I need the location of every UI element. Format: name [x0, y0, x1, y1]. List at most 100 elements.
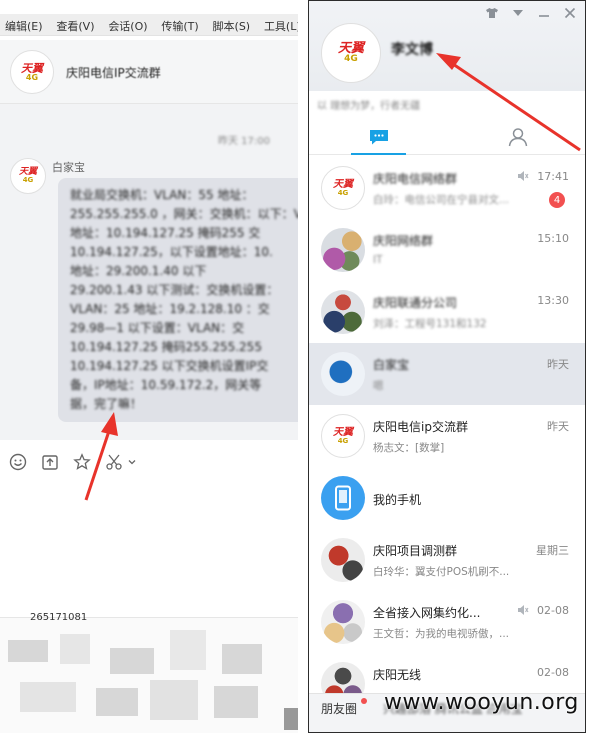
conversation-preview: 杨志文：[数掌] — [373, 442, 445, 454]
chat-title: 庆阳电信IP交流群 — [66, 66, 161, 80]
message-line: 255.255.255.0 ，网关：交换机：以下：VL — [70, 207, 298, 221]
chat-toolbar — [0, 448, 298, 478]
message-line: 10.194.127.25，以下设置地址：10. — [70, 245, 273, 259]
phone-icon — [335, 485, 351, 511]
message-line: 地址：10.194.127.25 掩码255 交 — [70, 226, 261, 240]
user-signature[interactable]: 以 理想为梦，行者无疆 — [317, 97, 420, 112]
message-line: VLAN：25 地址：19.2.128.10 ：交 — [70, 302, 270, 316]
sender-avatar[interactable]: 天翼 4G — [10, 158, 46, 194]
watermark: www.wooyun.org — [384, 690, 579, 715]
conversation-name: 庆阳项目调测群 — [373, 544, 458, 558]
conversation-item[interactable]: 庆阳联通分公司 刘泽：工程号131和132 13:30 — [309, 281, 585, 343]
conversation-item[interactable]: 全省接入网集约化... 王文哲：为我的电视骄傲，... 02-08 — [309, 591, 585, 653]
phone-avatar — [321, 476, 365, 520]
tab-indicator — [351, 153, 406, 155]
user-avatar[interactable]: 天翼 4G — [321, 23, 381, 83]
conversation-preview: 白玲：电信公司在宁县对文... — [373, 194, 510, 206]
conversation-list: 天翼 4G 庆阳电信网络群 白玲：电信公司在宁县对文... 17:41 4 庆阳网… — [309, 157, 585, 715]
sender-name: 白家宝 — [52, 161, 85, 174]
conversation-preview: IT — [373, 254, 383, 266]
conversation-item[interactable]: 天翼 4G 庆阳电信ip交流群 杨志文：[数掌] 昨天 — [309, 405, 585, 467]
conversation-avatar — [321, 352, 365, 396]
conversation-name: 庆阳无线 — [373, 668, 422, 682]
message-area: 昨天 17:00 天翼 4G 白家宝 就业局交换机：VLAN：55 地址： 25… — [0, 104, 298, 440]
message-line: 据，完了嘛！ — [70, 397, 143, 411]
main-tabs — [309, 119, 585, 155]
message-line: 备，IP地址：10.59.172.2，网关等 — [70, 378, 262, 392]
conversation-item[interactable]: 庆阳网络群 IT 15:10 — [309, 219, 585, 281]
message-line: 就业局交换机：VLAN：55 地址： — [70, 188, 254, 202]
conversation-time: 02-08 — [537, 604, 569, 617]
conversation-preview: 刘泽：工程号131和132 — [373, 318, 487, 330]
conversation-name: 庆阳网络群 — [373, 234, 434, 248]
conversation-avatar — [321, 600, 365, 644]
conversation-name: 庆阳联通分公司 — [373, 296, 458, 310]
conversation-name: 我的手机 — [373, 493, 422, 507]
menu-item-script[interactable]: 脚本(S) — [208, 14, 256, 34]
chevron-down-icon[interactable] — [126, 452, 138, 472]
group-avatar[interactable]: 天翼 4G — [10, 50, 54, 94]
friends-circle-button[interactable]: 朋友圈 — [321, 700, 357, 717]
message-line: 10.194.127.25 掩码255.255.255 — [70, 340, 262, 354]
chat-header: 天翼 4G 庆阳电信IP交流群 — [0, 40, 298, 104]
background-window — [0, 618, 298, 733]
message-line: 29.98—1 以下设置：VLAN：交 — [70, 321, 245, 335]
menu-item-session[interactable]: 会话(O) — [103, 14, 152, 34]
conversation-time: 02-08 — [537, 666, 569, 679]
contacts-tab[interactable] — [448, 119, 585, 155]
menu-item-transfer[interactable]: 传输(T) — [156, 14, 203, 34]
message-line: 29.200.1.43 以下测试：交换机设置： — [70, 283, 279, 297]
scissors-icon[interactable] — [104, 452, 124, 472]
mute-icon — [517, 170, 529, 185]
conversation-preview: 王文哲：为我的电视骄傲，... — [373, 628, 510, 640]
menu-item-tools[interactable]: 工具(L) — [259, 14, 298, 34]
message-bubble: 就业局交换机：VLAN：55 地址： 255.255.255.0 ，网关：交换机… — [58, 178, 298, 422]
message-line: 地址：29.200.1.40 以下 — [70, 264, 207, 278]
menu-item-view[interactable]: 查看(V) — [51, 14, 99, 34]
conversation-name: 白家宝 — [373, 358, 410, 372]
upload-icon[interactable] — [40, 452, 60, 472]
conversation-time: 15:10 — [537, 232, 569, 245]
smile-icon[interactable] — [8, 452, 28, 472]
conversation-preview: 白玲华：翼支付POS机刷不... — [373, 566, 510, 578]
mute-icon — [517, 604, 529, 619]
unread-badge: 4 — [549, 192, 565, 208]
menu-bar: 编辑(E) 查看(V) 会话(O) 传输(T) 脚本(S) 工具(L) — [0, 14, 298, 36]
conversation-time: 星期三 — [536, 544, 569, 557]
conversation-time: 17:41 — [537, 170, 569, 183]
chat-window: 编辑(E) 查看(V) 会话(O) 传输(T) 脚本(S) 工具(L) 天翼 4… — [0, 0, 298, 733]
background-number: 265171081 — [30, 612, 88, 623]
conversation-name: 全省接入网集约化... — [373, 606, 481, 620]
star-icon[interactable] — [72, 452, 92, 472]
profile-header: 天翼 4G 李文博 — [309, 1, 585, 91]
conversation-avatar — [321, 228, 365, 272]
conversation-item[interactable]: 庆阳项目调测群 白玲华：翼支付POS机刷不... 星期三 — [309, 529, 585, 591]
conversation-avatar — [321, 538, 365, 582]
menu-item-edit[interactable]: 编辑(E) — [0, 14, 48, 34]
skin-icon[interactable] — [483, 5, 501, 21]
qq-main-panel: 天翼 4G 李文博 以 理想为梦，行者无疆 天翼 4G 庆阳电信网络群 白玲：电信… — [308, 0, 586, 733]
message-tab[interactable] — [309, 119, 448, 155]
conversation-time: 昨天 — [547, 420, 569, 433]
message-time: 昨天 17:00 — [218, 136, 270, 147]
conversation-time: 13:30 — [537, 294, 569, 307]
conversation-item-selected[interactable]: 白家宝 嗯 昨天 — [309, 343, 585, 405]
contacts-tab-icon — [508, 128, 527, 147]
message-tab-icon — [369, 130, 388, 145]
message-line: 10.194.127.25 以下交换机设置IP交 — [70, 359, 269, 373]
conversation-avatar: 天翼 4G — [321, 166, 365, 210]
conversation-preview: 嗯 — [373, 380, 384, 392]
conversation-name: 庆阳电信ip交流群 — [373, 420, 468, 434]
dropdown-icon[interactable] — [509, 5, 527, 21]
conversation-time: 昨天 — [547, 358, 569, 371]
conversation-item[interactable]: 天翼 4G 庆阳电信网络群 白玲：电信公司在宁县对文... 17:41 4 — [309, 157, 585, 219]
conversation-item[interactable]: 我的手机 — [309, 467, 585, 529]
notification-dot — [361, 698, 367, 704]
conversation-avatar: 天翼 4G — [321, 414, 365, 458]
minimize-icon[interactable] — [535, 5, 553, 21]
conversation-avatar — [321, 290, 365, 334]
user-nickname[interactable]: 李文博 — [391, 39, 433, 59]
message-input[interactable] — [0, 478, 298, 618]
conversation-name: 庆阳电信网络群 — [373, 172, 458, 186]
close-icon[interactable] — [561, 5, 579, 21]
